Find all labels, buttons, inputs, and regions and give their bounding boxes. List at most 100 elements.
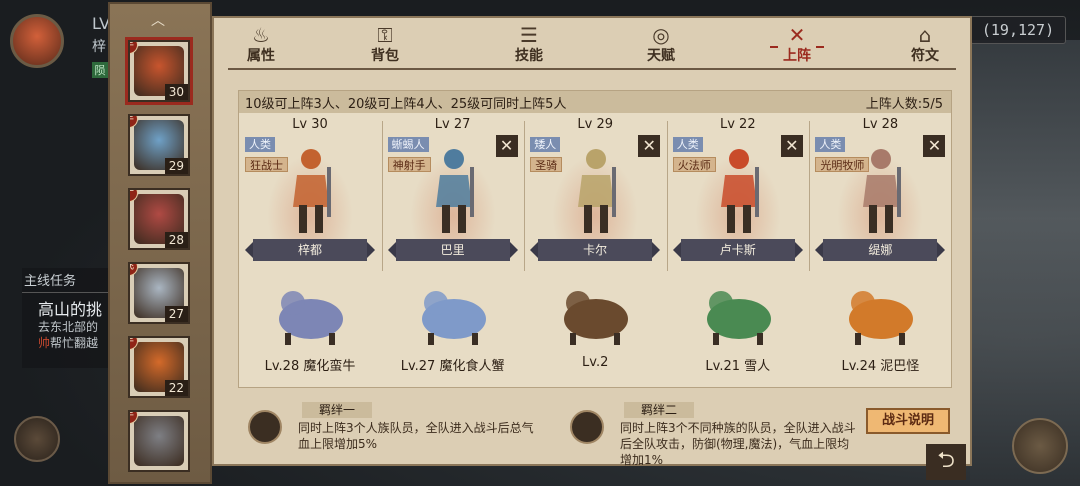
close-icon[interactable]: ✕ <box>638 135 661 157</box>
tab-icon: ⌂ <box>918 23 932 47</box>
tab-icon: ⚿ <box>377 23 393 47</box>
tab-label: 上阵 <box>783 48 811 64</box>
lineup-board: 10级可上阵3人、20级可上阵4人、25级可同时上阵5人 上阵人数:5/5 Lv… <box>238 90 952 388</box>
hero-name-banner: 梓都 <box>245 239 375 261</box>
pet-label: Lv.21 雪人 <box>705 359 771 374</box>
tab-4[interactable]: ✕ 上阵 <box>762 22 832 68</box>
hero-name-banner: 卡尔 <box>530 239 661 261</box>
hero-level: Lv 28 <box>862 117 899 132</box>
race-tag: 人类 <box>245 137 275 152</box>
chat-icon[interactable] <box>14 416 60 462</box>
pet-figure <box>564 291 629 345</box>
bond-2: 羁绊二同时上阵3个不同种族的队员，全队进入战斗后全队攻击，防御(物理,魔法)，气… <box>570 402 860 467</box>
tab-2[interactable]: ☰ 技能 <box>494 22 564 68</box>
hero-level: 30 <box>164 84 188 100</box>
board-header: 10级可上阵3人、20级可上阵4人、25级可同时上阵5人 上阵人数:5/5 <box>239 91 951 113</box>
race-tag: 人类 <box>815 137 846 152</box>
tab-icon: ✕ <box>788 23 806 47</box>
tab-label: 符文 <box>911 48 939 64</box>
return-icon[interactable]: ⮌ <box>926 444 966 480</box>
hero-level: Lv 30 <box>292 117 328 132</box>
pet-figure <box>279 291 343 345</box>
battle-info-button[interactable]: 战斗说明 <box>866 408 950 434</box>
divider <box>22 292 112 293</box>
hero-level: 27 <box>164 306 188 322</box>
divider <box>228 68 956 70</box>
hero-portrait[interactable]: 丰 <box>128 410 190 472</box>
pet-figure <box>849 291 914 345</box>
tab-label: 技能 <box>515 48 543 64</box>
lineup-slot[interactable]: Lv 30人类狂战士梓都Lv.28 魔化蛮牛 <box>239 115 381 385</box>
hero-portrait[interactable]: 丰29 <box>128 114 190 176</box>
quest-mark: 帅 <box>38 336 51 350</box>
close-icon[interactable]: ✕ <box>495 135 518 157</box>
tab-label: 属性 <box>247 48 275 64</box>
pet-label: Lv.24 泥巴怪 <box>841 359 920 374</box>
hero-name-banner: 缇娜 <box>815 239 946 261</box>
pet-figure <box>706 291 771 345</box>
lineup-count: 上阵人数:5/5 <box>865 97 943 112</box>
hero-name-banner: 卢卡斯 <box>672 239 803 261</box>
hero-level: 29 <box>164 158 188 174</box>
bond-text: 同时上阵3个人族队员，全队进入战斗后总气血上限增加5% <box>298 421 534 451</box>
hero-level: Lv 22 <box>719 117 756 132</box>
hero-face <box>134 416 184 466</box>
race-tag: 人类 <box>672 137 703 152</box>
snow-area <box>970 40 1080 486</box>
pet-label: Lv.28 魔化蛮牛 <box>264 359 356 374</box>
bond-icon[interactable] <box>248 410 282 444</box>
close-icon[interactable]: ✕ <box>923 135 946 157</box>
lineup-rule: 10级可上阵3人、20级可上阵4人、25级可同时上阵5人 <box>245 97 567 112</box>
quest-name[interactable]: 高山的挑 <box>38 296 102 320</box>
hero-portrait[interactable]: 十28 <box>128 188 190 250</box>
lineup-slot[interactable]: Lv 22人类火法师✕卢卡斯Lv.21 雪人 <box>667 115 809 385</box>
race-tag: 矮人 <box>530 137 561 152</box>
hero-portrait[interactable]: 飞27 <box>128 262 190 324</box>
hero-name-banner: 巴里 <box>387 239 518 261</box>
hero-portrait[interactable]: 丰30 <box>128 40 190 102</box>
tab-label: 背包 <box>371 48 399 64</box>
bond-text: 同时上阵3个不同种族的队员，全队进入战斗后全队攻击，防御(物理,魔法)，气血上限… <box>620 421 856 467</box>
hero-figure <box>578 149 617 233</box>
lineup-slot[interactable]: Lv 29 矮人 圣骑 ✕ 卡尔 Lv.2 <box>524 115 666 385</box>
character-panel: ♨ 属性 ⚿ 背包 ☰ 技能 ◎ 天赋 ✕ 上阵 ⌂ 符文 10级可上阵3人、20级可上阵4人、25级… <box>212 16 972 480</box>
tab-icon: ☰ <box>520 23 538 47</box>
lineup-slot[interactable]: Lv 27蜥蜴人神射手✕巴里Lv.27 魔化食人蟹 <box>382 115 524 385</box>
tab-0[interactable]: ♨ 属性 <box>226 22 296 68</box>
hero-figure <box>435 149 474 233</box>
bond-icon[interactable] <box>570 410 604 444</box>
bond-1: 羁绊一同时上阵3个人族队员，全队进入战斗后总气血上限增加5% <box>248 402 538 462</box>
player-avatar[interactable] <box>10 14 64 68</box>
close-icon[interactable]: ✕ <box>780 135 803 157</box>
bond-title: 羁绊二 <box>624 402 694 418</box>
coordinates-display: (19,127) <box>970 16 1066 44</box>
tab-icon: ♨ <box>252 23 270 47</box>
status-badge: 陨 <box>92 62 108 78</box>
hero-level: 28 <box>164 232 188 248</box>
quest-text: 帅帮忙翻越 <box>38 334 98 351</box>
pet-label: Lv.27 魔化食人蟹 <box>400 359 505 374</box>
quest-text-tail: 帮忙翻越 <box>50 336 99 350</box>
lineup-slot[interactable]: Lv 28人类光明牧师✕缇娜Lv.24 泥巴怪 <box>809 115 951 385</box>
hero-level: Lv 27 <box>434 117 471 132</box>
home-icon[interactable] <box>1012 418 1068 474</box>
tab-label: 天赋 <box>647 48 675 64</box>
tab-3[interactable]: ◎ 天赋 <box>626 22 696 68</box>
hero-figure <box>863 149 902 233</box>
hero-level: 22 <box>164 380 188 396</box>
race-tag: 蜥蜴人 <box>387 137 429 152</box>
pet-label: Lv.2 <box>582 355 609 370</box>
quest-text: 去东北部的 <box>38 320 99 334</box>
bond-title: 羁绊一 <box>302 402 372 418</box>
scroll-up-icon[interactable]: ︿ <box>146 14 170 28</box>
player-name: 梓 <box>92 39 106 55</box>
hero-level: Lv 29 <box>577 117 613 132</box>
tab-5[interactable]: ⌂ 符文 <box>890 22 960 68</box>
hero-portrait[interactable]: 丰22 <box>128 336 190 398</box>
tab-icon: ◎ <box>652 23 670 47</box>
hero-figure <box>720 149 759 233</box>
pet-figure <box>421 291 486 345</box>
tab-1[interactable]: ⚿ 背包 <box>350 22 420 68</box>
quest-section-title: 主线任务 <box>24 274 77 289</box>
hero-figure <box>293 149 331 233</box>
